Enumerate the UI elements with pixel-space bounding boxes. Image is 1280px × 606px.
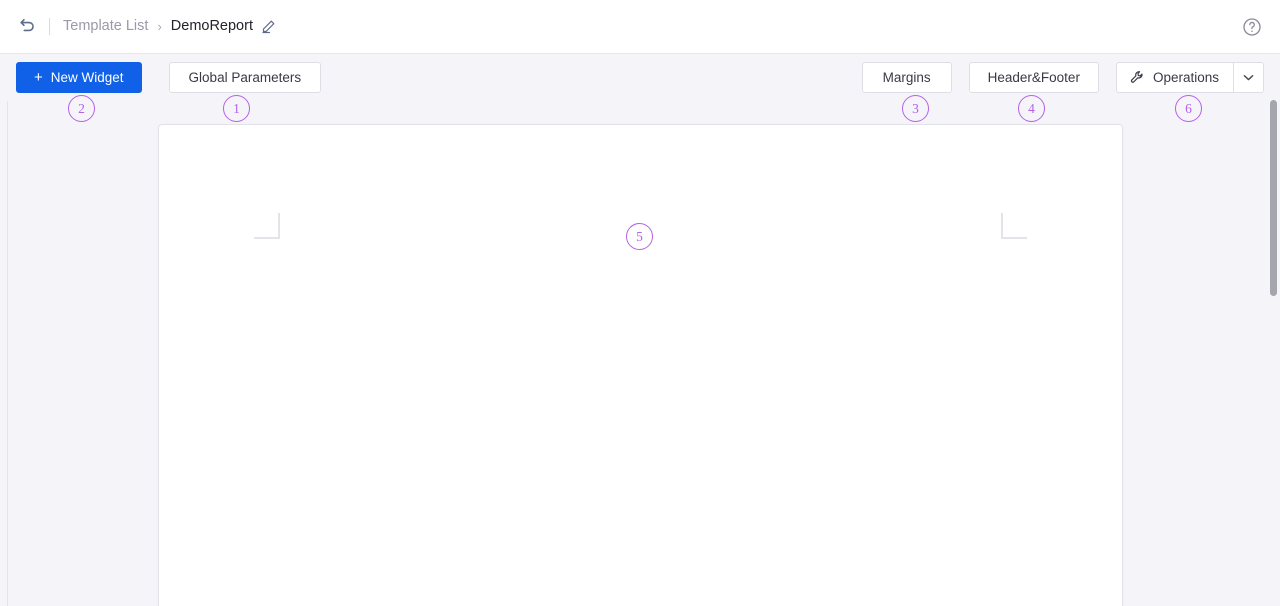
annotation-badge-2: 2 [68,95,95,122]
new-widget-button[interactable]: + New Widget [16,62,142,93]
margins-button[interactable]: Margins [862,62,952,93]
global-parameters-button[interactable]: Global Parameters [169,62,322,93]
breadcrumb: Template List › DemoReport [63,19,277,35]
breadcrumb-separator-icon: › [157,20,161,33]
canvas-workspace[interactable] [9,101,1271,606]
annotation-badge-6: 6 [1175,95,1202,122]
help-circle-icon[interactable] [1241,16,1262,37]
chevron-down-icon [1243,74,1254,81]
vertical-scrollbar-thumb[interactable] [1270,100,1277,296]
report-designer-app: Template List › DemoReport + New Widget [0,0,1280,606]
header-footer-button[interactable]: Header&Footer [969,62,1099,93]
wrench-icon [1130,70,1145,85]
margins-label: Margins [883,70,931,85]
annotation-badge-1: 1 [223,95,250,122]
plus-icon: + [34,70,43,85]
page-title: DemoReport [171,19,253,34]
report-canvas[interactable] [159,125,1122,606]
breadcrumb-divider [49,18,50,35]
pencil-icon[interactable] [261,19,277,35]
undo-arrow-icon[interactable] [16,16,38,38]
margin-corner-top-left [254,213,280,239]
global-parameters-label: Global Parameters [189,70,302,85]
toolbar-right-group: Margins Header&Footer Operations [862,62,1264,93]
breadcrumb-template-list[interactable]: Template List [63,19,148,34]
annotation-badge-5: 5 [626,223,653,250]
annotation-badge-4: 4 [1018,95,1045,122]
operations-dropdown-toggle[interactable] [1233,62,1264,93]
header-footer-label: Header&Footer [988,70,1080,85]
top-bar: Template List › DemoReport [0,0,1280,54]
operations-button-group: Operations [1116,62,1264,93]
new-widget-label: New Widget [51,70,124,85]
toolbar: + New Widget Global Parameters Margins H… [0,54,1280,101]
annotation-badge-3: 3 [902,95,929,122]
margin-corner-top-right [1001,213,1027,239]
operations-button[interactable]: Operations [1116,62,1233,93]
operations-label: Operations [1153,70,1219,85]
left-rail [0,101,8,606]
